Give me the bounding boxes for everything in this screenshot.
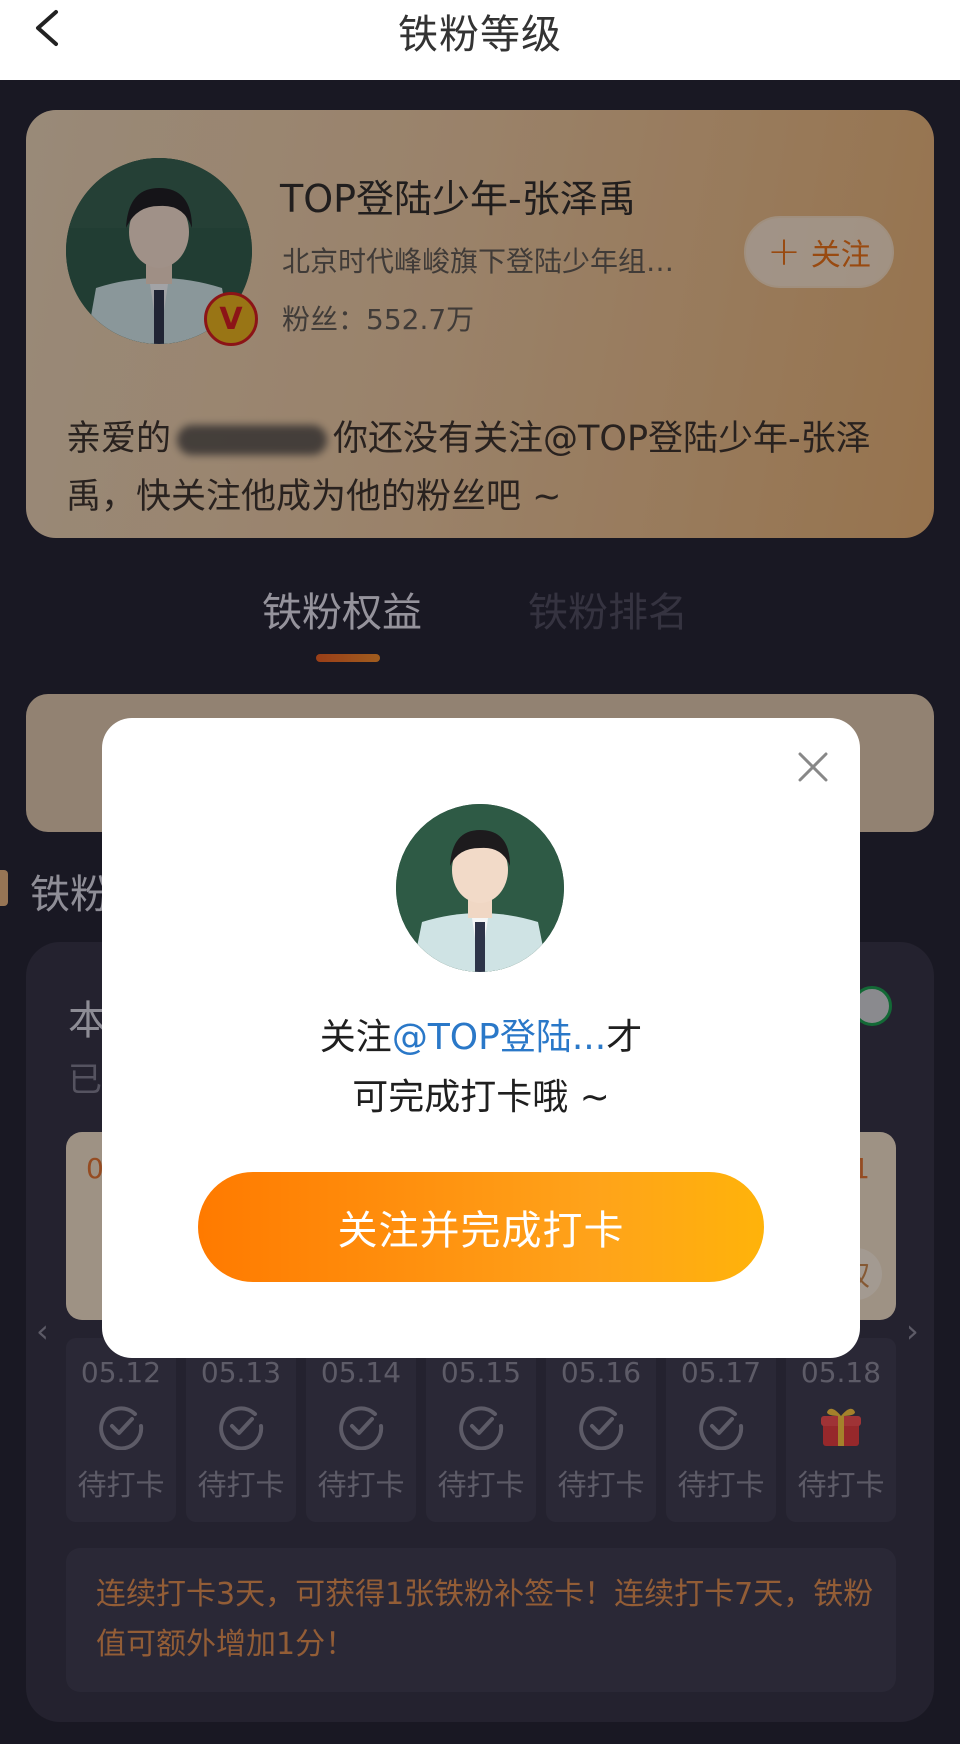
modal-text-prefix: 关注: [319, 1017, 392, 1058]
follow-modal: 关注@TOP登陆...才 可完成打卡哦 ~ 关注并完成打卡: [102, 718, 860, 1358]
close-icon[interactable]: [796, 750, 830, 784]
follow-and-checkin-button[interactable]: 关注并完成打卡: [198, 1172, 764, 1282]
modal-avatar: [396, 804, 564, 972]
page-title: 铁粉等级: [398, 12, 562, 58]
top-bar: 铁粉等级: [0, 0, 960, 80]
modal-message-line1: 关注@TOP登陆...才: [102, 1008, 860, 1060]
modal-message-line2: 可完成打卡哦 ~: [352, 1077, 610, 1118]
modal-mention-link[interactable]: @TOP登陆...: [392, 1017, 606, 1058]
modal-text-suffix: 才: [606, 1017, 643, 1058]
